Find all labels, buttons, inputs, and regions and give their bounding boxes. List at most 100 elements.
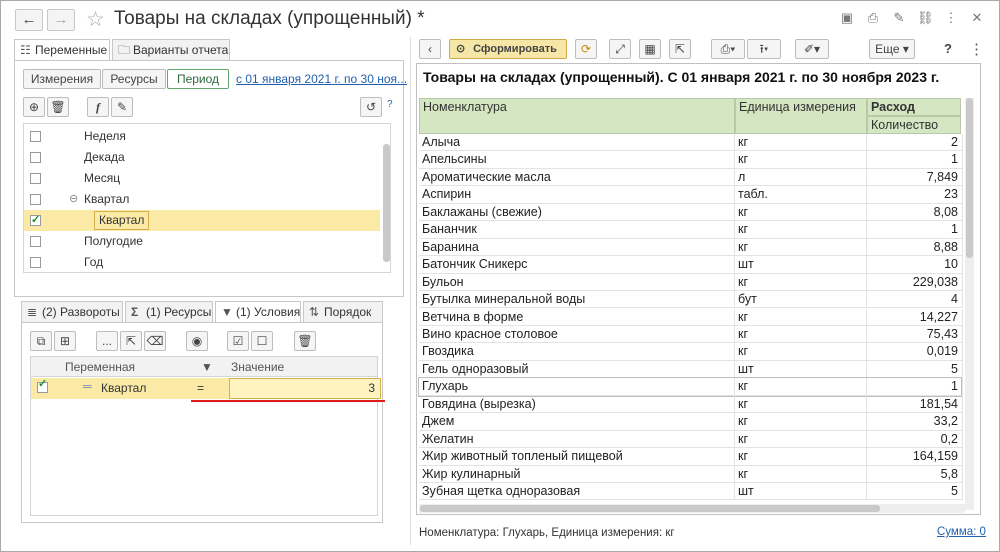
table-row[interactable]: Гель одноразовый шт 5 xyxy=(419,360,963,379)
table-cell-unit[interactable]: шт xyxy=(735,483,867,501)
list-item[interactable]: Декада xyxy=(24,147,380,168)
list-item[interactable]: Год xyxy=(24,252,380,273)
table-cell-qty[interactable]: 4 xyxy=(867,291,963,309)
table-cell-unit[interactable]: кг xyxy=(735,151,867,169)
period-link[interactable]: с 01 января 2021 г. по 30 ноя... xyxy=(236,72,407,86)
condition-value-input[interactable]: 3 xyxy=(229,378,381,399)
more-vertical-icon[interactable]: ⋮ xyxy=(943,10,959,26)
report-hscroll-track[interactable] xyxy=(419,504,965,513)
checkbox[interactable] xyxy=(30,194,41,205)
export-menu-button[interactable]: ⭱▾ xyxy=(747,39,781,59)
add-button[interactable]: ⊕ xyxy=(23,97,45,117)
formula-button[interactable]: f xyxy=(87,97,109,117)
refresh-button[interactable]: ↺ xyxy=(360,97,382,117)
table-row[interactable]: Желатин кг 0,2 xyxy=(419,430,963,449)
table-cell-unit[interactable]: кг xyxy=(735,308,867,326)
report-hscroll-thumb[interactable] xyxy=(420,505,880,512)
checkbox[interactable] xyxy=(30,257,41,268)
table-cell-name[interactable]: Батончик Сникерс xyxy=(419,256,735,274)
sum-link[interactable]: Сумма: 0 xyxy=(937,526,986,538)
delete-condition-button[interactable]: 🗑 xyxy=(294,331,316,351)
table-cell-name[interactable]: Жир кулинарный xyxy=(419,465,735,483)
table-cell-name[interactable]: Жир животный топленый пищевой xyxy=(419,448,735,466)
table-cell-name[interactable]: Баклажаны (свежие) xyxy=(419,203,735,222)
tab-report-variants[interactable]: 🗀 Варианты отчета xyxy=(112,39,230,61)
table-cell-name[interactable]: Вино красное столовое xyxy=(419,325,735,344)
checkbox[interactable] xyxy=(30,152,41,163)
table-row[interactable]: Джем кг 33,2 xyxy=(419,413,963,431)
table-cell-qty[interactable]: 181,54 xyxy=(867,395,963,414)
checkbox-checked[interactable] xyxy=(37,377,48,393)
table-cell-unit[interactable]: табл. xyxy=(735,186,867,204)
table-cell-name[interactable]: Аспирин xyxy=(419,186,735,204)
resources-button[interactable]: Ресурсы xyxy=(102,69,166,89)
table-cell-name[interactable]: Алыча xyxy=(419,134,735,152)
edit-icon[interactable]: ✎ xyxy=(891,10,907,26)
table-cell-name[interactable]: Баранина xyxy=(419,238,735,257)
report-sheet[interactable]: Товары на складах (упрощенный). С 01 янв… xyxy=(416,63,981,515)
table-cell-name[interactable]: Ароматические масла xyxy=(419,168,735,187)
table-cell-unit[interactable]: бут xyxy=(735,291,867,309)
tab-rotations[interactable]: ≣ (2) Развороты xyxy=(21,301,123,323)
table-settings-button[interactable]: ▦ xyxy=(639,39,661,59)
add-group-button[interactable]: ⊞ xyxy=(54,331,76,351)
checkbox[interactable] xyxy=(30,131,41,142)
table-row[interactable]: Аспирин табл. 23 xyxy=(419,186,963,204)
link-icon[interactable]: ⛓ xyxy=(917,10,934,26)
table-cell-qty[interactable]: 2 xyxy=(867,134,963,152)
table-cell-name[interactable]: Гвоздика xyxy=(419,343,735,361)
table-cell-unit[interactable]: кг xyxy=(735,325,867,344)
save-icon[interactable]: ▣ xyxy=(839,10,855,26)
tab-resources[interactable]: Σ (1) Ресурсы xyxy=(125,301,213,323)
table-cell-unit[interactable]: кг xyxy=(735,134,867,152)
table-row[interactable]: Ароматические масла л 7,849 xyxy=(419,168,963,187)
list-item[interactable]: Месяц xyxy=(24,168,380,189)
list-item[interactable]: Полугодие xyxy=(24,231,380,252)
print-icon[interactable]: ⎙ xyxy=(865,10,881,26)
select-button[interactable]: ⇱ xyxy=(669,39,691,59)
more-menu-button[interactable]: Еще ▾ xyxy=(869,39,915,59)
help-link[interactable]: ? xyxy=(387,99,393,110)
table-cell-qty[interactable]: 5,8 xyxy=(867,465,963,483)
table-cell-unit[interactable]: кг xyxy=(735,430,867,449)
table-cell-qty[interactable]: 5 xyxy=(867,483,963,501)
table-cell-qty[interactable]: 33,2 xyxy=(867,413,963,431)
table-cell-name[interactable]: Ветчина в форме xyxy=(419,308,735,326)
print-menu-button[interactable]: ⎙▾ xyxy=(711,39,745,59)
table-cell-unit[interactable]: кг xyxy=(735,395,867,414)
tab-order[interactable]: ⇅ Порядок xyxy=(303,301,383,323)
table-cell-name[interactable]: Желатин xyxy=(419,430,735,449)
collapse-icon[interactable]: ⊖ xyxy=(69,189,78,210)
table-cell-qty[interactable]: 1 xyxy=(867,221,963,239)
splitter[interactable] xyxy=(410,37,411,545)
table-row[interactable]: Батончик Сникерс шт 10 xyxy=(419,256,963,274)
eraser-button[interactable]: ⌫ xyxy=(144,331,166,351)
table-cell-qty[interactable]: 164,159 xyxy=(867,448,963,466)
list-item-group[interactable]: ⊖ Квартал xyxy=(24,189,380,210)
fullscreen-button[interactable]: ⤢ xyxy=(609,39,631,59)
table-cell-unit[interactable]: кг xyxy=(735,238,867,257)
table-cell-unit[interactable]: кг xyxy=(735,343,867,361)
checkbox[interactable] xyxy=(30,236,41,247)
uncheck-all-button[interactable]: ☐ xyxy=(251,331,273,351)
checkbox-checked[interactable] xyxy=(30,210,41,231)
table-row[interactable]: Баклажаны (свежие) кг 8,08 xyxy=(419,203,963,222)
forward-button[interactable]: → xyxy=(47,9,75,31)
table-cell-unit[interactable]: кг xyxy=(735,378,867,396)
copy-button[interactable]: ⧉ xyxy=(30,331,52,351)
table-cell-name[interactable]: Бульон xyxy=(419,273,735,292)
table-cell-name[interactable]: Гель одноразовый xyxy=(419,360,735,379)
scrollbar[interactable] xyxy=(383,144,390,262)
table-cell-name[interactable]: Бананчик xyxy=(419,221,735,239)
table-cell-qty[interactable]: 7,849 xyxy=(867,168,963,187)
table-cell-qty[interactable]: 0,019 xyxy=(867,343,963,361)
table-cell-name[interactable]: Глухарь xyxy=(419,378,735,396)
table-cell-unit[interactable]: кг xyxy=(735,221,867,239)
dimensions-button[interactable]: Измерения xyxy=(23,69,101,89)
tab-variables[interactable]: ☷ Переменные xyxy=(14,39,110,61)
table-cell-qty[interactable]: 1 xyxy=(867,151,963,169)
table-cell-qty[interactable]: 8,08 xyxy=(867,203,963,222)
table-row[interactable]: Гвоздика кг 0,019 xyxy=(419,343,963,361)
table-cell-unit[interactable]: кг xyxy=(735,465,867,483)
table-cell-name[interactable]: Бутылка минеральной воды xyxy=(419,291,735,309)
